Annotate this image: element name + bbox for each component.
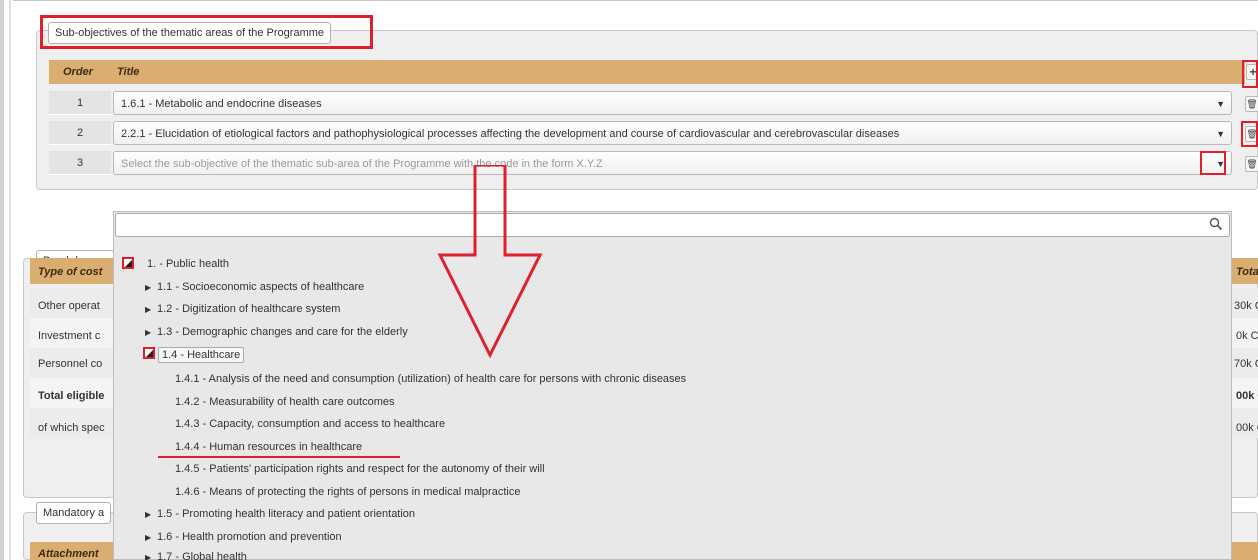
collapse-toggle-icon[interactable] xyxy=(143,347,155,359)
search-icon xyxy=(1209,217,1223,231)
dropdown-search-input[interactable] xyxy=(115,213,1230,237)
tree-item-level1[interactable]: ▶ 1.2 - Digitization of healthcare system xyxy=(145,303,340,315)
tree-item-label: 1.6 - Health promotion and prevention xyxy=(157,531,342,543)
collapse-toggle-icon[interactable] xyxy=(122,257,134,269)
tree-item-label: 1.2 - Digitization of healthcare system xyxy=(157,303,341,315)
tree-item-level2[interactable]: 1.4.2 - Measurability of health care out… xyxy=(175,396,395,408)
expand-triangle-icon[interactable]: ▶ xyxy=(145,305,157,314)
tree-item-level0[interactable]: 1. - Public health xyxy=(147,258,229,270)
expand-triangle-icon[interactable]: ▶ xyxy=(145,328,157,337)
delete-annotation-box xyxy=(1241,121,1258,147)
row-order-1: 1 xyxy=(49,91,111,115)
tree-item-level1[interactable]: ▶ 1.7 - Global health xyxy=(145,551,247,560)
tree-item-label: 1.7 - Global health xyxy=(157,551,247,560)
top-border xyxy=(13,0,1258,1)
left-border-inner xyxy=(9,0,11,560)
tree-item-level1[interactable]: ▶ 1.5 - Promoting health literacy and pat… xyxy=(145,508,415,520)
tree-item-level1-selected[interactable]: 1.4 - Healthcare xyxy=(158,347,245,363)
add-annotation-box xyxy=(1242,88,1258,90)
order-column-header: Order xyxy=(63,66,93,78)
annotation-arrow xyxy=(437,165,543,359)
tree-item-level1[interactable]: ▶ 1.3 - Demographic changes and care for … xyxy=(145,326,408,338)
title-column-header: Title xyxy=(117,66,140,78)
sub-objectives-header: Order Title xyxy=(49,60,1245,84)
tree-item-label: 1.3 - Demographic changes and care for t… xyxy=(157,326,408,338)
breakdown-row-label: Total eligible xyxy=(38,390,105,402)
breakdown-row-label: Personnel co xyxy=(38,358,103,370)
breakdown-row-label: of which spec xyxy=(38,422,105,434)
chevron-down-icon[interactable]: ▼ xyxy=(1216,129,1225,139)
chevron-down-icon[interactable]: ▼ xyxy=(1216,99,1225,109)
select-value: 2.2.1 - Elucidation of etiological facto… xyxy=(121,128,900,140)
row-order-2: 2 xyxy=(49,121,111,145)
breakdown-row-total: 00k C xyxy=(1236,422,1258,434)
breakdown-row-total: 0k C xyxy=(1236,330,1258,342)
breakdown-row-total: 30k C xyxy=(1234,300,1258,312)
sub-objective-select-3[interactable]: Select the sub-objective of the thematic… xyxy=(113,151,1232,175)
caret-annotation-box xyxy=(1200,151,1226,175)
type-of-cost-header: Type of cost xyxy=(38,266,103,278)
expand-triangle-icon[interactable]: ▶ xyxy=(145,533,157,542)
expand-triangle-icon[interactable]: ▶ xyxy=(145,510,157,519)
sub-objective-select-2[interactable]: 2.2.1 - Elucidation of etiological facto… xyxy=(113,121,1232,145)
expand-triangle-icon[interactable]: ▶ xyxy=(145,553,157,560)
tree-item-level2[interactable]: 1.4.6 - Means of protecting the rights o… xyxy=(175,486,520,498)
left-border xyxy=(0,0,4,560)
delete-row-1-icon[interactable]: 🗑 xyxy=(1245,96,1258,112)
tree-item-label: 1.1 - Socioeconomic aspects of healthcar… xyxy=(157,281,365,293)
tree-item-level2[interactable]: 1.4.1 - Analysis of the need and consump… xyxy=(175,373,686,385)
total-header: Total xyxy=(1236,266,1258,278)
breakdown-row-label: Other operat xyxy=(38,300,100,312)
legend-annotation-box xyxy=(40,15,373,49)
tree-item-level2[interactable]: 1.4.5 - Patients' participation rights a… xyxy=(175,463,545,475)
tree-item-label: 1.5 - Promoting health literacy and pati… xyxy=(157,508,416,520)
annotation-underline xyxy=(158,456,400,458)
breakdown-row-total: 70k C xyxy=(1234,358,1258,370)
delete-row-3-icon[interactable]: 🗑 xyxy=(1245,156,1258,172)
mandatory-legend: Mandatory a xyxy=(36,502,112,524)
breakdown-row-label: Investment c xyxy=(38,330,101,342)
tree-item-level2[interactable]: 1.4.3 - Capacity, consumption and access… xyxy=(175,418,445,430)
expand-triangle-icon[interactable]: ▶ xyxy=(145,283,157,292)
sub-objective-select-1[interactable]: 1.6.1 - Metabolic and endocrine diseases… xyxy=(113,91,1232,115)
tree-item-level2[interactable]: 1.4.4 - Human resources in healthcare xyxy=(175,441,362,453)
select-value: 1.6.1 - Metabolic and endocrine diseases xyxy=(121,98,322,110)
row-order-3: 3 xyxy=(49,151,111,175)
tree-item-level1[interactable]: ▶ 1.1 - Socioeconomic aspects of healthca… xyxy=(145,281,364,293)
breakdown-row-total: 00k C xyxy=(1236,390,1258,402)
attachment-header-label: Attachment xyxy=(38,548,99,560)
plus-annotation-box xyxy=(1242,60,1258,88)
tree-item-level1[interactable]: ▶ 1.6 - Health promotion and prevention xyxy=(145,531,342,543)
